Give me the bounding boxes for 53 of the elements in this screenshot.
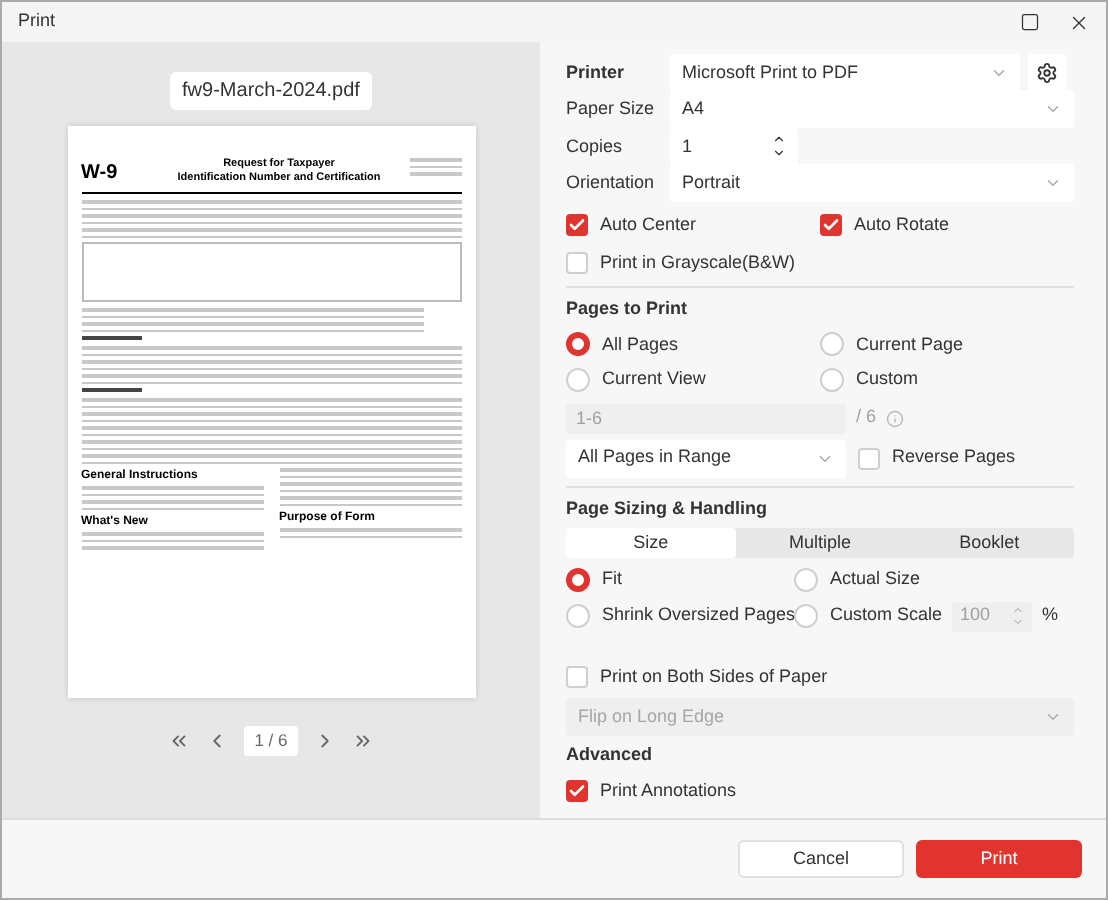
field-label: Copies — [566, 133, 625, 160]
radio-label: Custom — [856, 366, 919, 392]
radio-label: Current Page — [856, 331, 964, 358]
section-heading: Pages to Print — [566, 296, 690, 322]
page-total: / 6 — [856, 404, 877, 431]
print-button[interactable]: Print — [916, 840, 1082, 878]
cancel-button[interactable]: Cancel — [738, 840, 904, 878]
file-name: fw9-March-2024.pdf — [170, 72, 372, 110]
settings-icon — [1036, 61, 1058, 84]
section-heading: Page Sizing & Handling — [566, 495, 770, 522]
checkbox[interactable] — [566, 779, 588, 802]
tab[interactable]: Booklet — [904, 528, 1075, 558]
radio-button[interactable] — [566, 567, 590, 592]
radio-label: Shrink Oversized Pages — [602, 602, 796, 629]
maximize-icon[interactable] — [1020, 12, 1040, 32]
window-title: Print — [18, 8, 56, 35]
radio-button[interactable] — [566, 332, 590, 357]
field-label: Paper Size — [566, 96, 657, 122]
checkbox-label: Print in Grayscale(B&W) — [600, 249, 796, 276]
dropdown[interactable]: A4 — [670, 90, 1074, 129]
radio-label: Current View — [602, 366, 706, 392]
close-icon[interactable] — [1068, 11, 1090, 33]
tab[interactable]: Multiple — [735, 528, 905, 558]
form-number: W-9 — [81, 160, 120, 188]
radio-label: Fit — [602, 566, 622, 592]
chevron-down-icon — [1044, 708, 1062, 726]
dropdown[interactable]: Microsoft Print to PDF — [670, 53, 1020, 92]
page-number-field[interactable]: 1 / 6 — [244, 726, 298, 756]
checkbox[interactable] — [858, 447, 880, 469]
info-icon — [886, 409, 905, 427]
radio-label: Actual Size — [830, 566, 921, 592]
percent-unit: % — [1042, 602, 1059, 629]
checkbox-label: Auto Center — [600, 212, 697, 238]
checkbox-label: Reverse Pages — [892, 444, 1016, 471]
checkbox[interactable] — [566, 665, 588, 688]
dropdown[interactable]: All Pages in Range — [566, 439, 846, 477]
checkbox[interactable] — [566, 214, 588, 237]
tab[interactable]: Size — [566, 528, 736, 558]
section-heading: Advanced — [566, 742, 655, 768]
first-page-icon[interactable] — [168, 729, 191, 752]
printer-settings-button[interactable] — [1028, 53, 1066, 92]
checkbox-label: Print on Both Sides of Paper — [600, 663, 828, 690]
dropdown[interactable]: Portrait — [670, 164, 1074, 203]
checkbox[interactable] — [820, 214, 842, 237]
field-label: Orientation — [566, 170, 657, 196]
checkbox-label: Print Annotations — [600, 777, 737, 803]
copies-spinner[interactable]: 1 — [670, 127, 798, 166]
radio-label: All Pages — [602, 331, 679, 358]
last-page-icon[interactable] — [351, 729, 374, 752]
checkbox-label: Auto Rotate — [854, 212, 950, 238]
checkbox[interactable] — [566, 251, 588, 274]
field-label: Printer — [566, 59, 627, 85]
radio-label: Custom Scale — [830, 602, 943, 629]
